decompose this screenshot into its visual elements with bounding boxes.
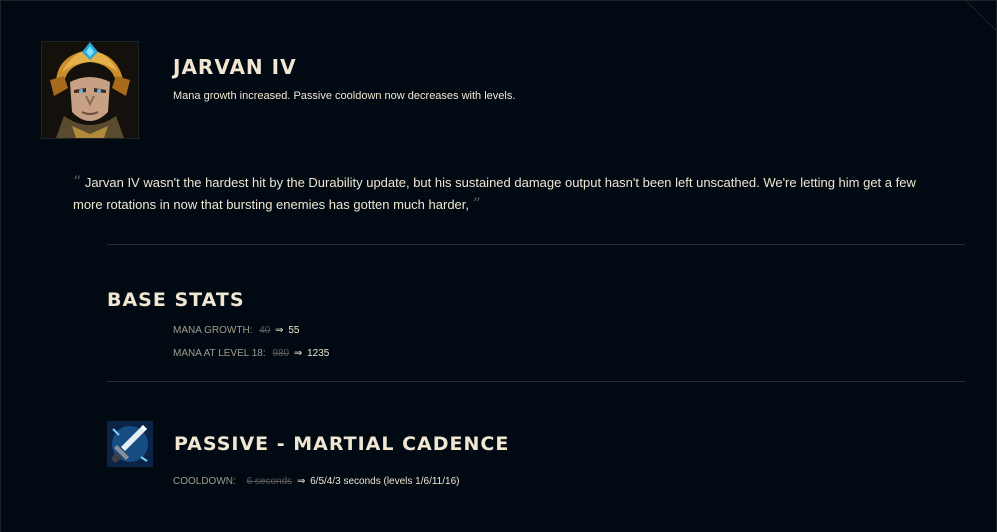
quote-text: Jarvan IV wasn't the hardest hit by the … [73,175,916,212]
base-stats-title: BASE STATS [107,289,245,311]
open-quote-icon: “ [73,172,82,191]
section-divider [107,381,965,382]
stat-label: MANA AT LEVEL 18: [173,348,266,359]
section-divider [107,244,965,245]
martial-cadence-icon [107,421,153,467]
passive-title: PASSIVE - MARTIAL CADENCE [174,433,510,455]
stat-old-value: 980 [272,348,290,359]
change-arrow-icon: ⇒ [296,476,306,487]
stat-old-value: 40 [259,325,271,336]
jarvan-portrait-image [42,42,138,138]
stat-label: COOLDOWN: [173,476,236,487]
stat-label: MANA GROWTH: [173,325,253,336]
stat-new-value: 6/5/4/3 seconds (levels 1/6/11/16) [310,476,460,487]
champion-name: JARVAN IV [173,55,297,79]
designer-quote: “ Jarvan IV wasn't the hardest hit by th… [73,171,943,215]
stat-old-value: 6 seconds [246,476,293,487]
change-arrow-icon: ⇒ [293,348,303,359]
stat-new-value: 55 [288,325,300,336]
change-arrow-icon: ⇒ [275,325,284,336]
stat-new-value: 1235 [307,348,330,359]
stat-row-passive-cooldown: COOLDOWN: 6 seconds ⇒ 6/5/4/3 seconds (l… [173,476,459,487]
close-quote-icon: ” [472,194,481,213]
stat-row-mana-level-18: MANA AT LEVEL 18: 980 ⇒ 1235 [173,348,329,359]
patch-note-card: JARVAN IV Mana growth increased. Passive… [0,0,997,532]
passive-ability-icon [107,421,153,467]
champion-summary: Mana growth increased. Passive cooldown … [173,90,516,102]
stat-row-mana-growth: MANA GROWTH: 40 ⇒ 55 [173,325,299,336]
champion-portrait [41,41,139,139]
